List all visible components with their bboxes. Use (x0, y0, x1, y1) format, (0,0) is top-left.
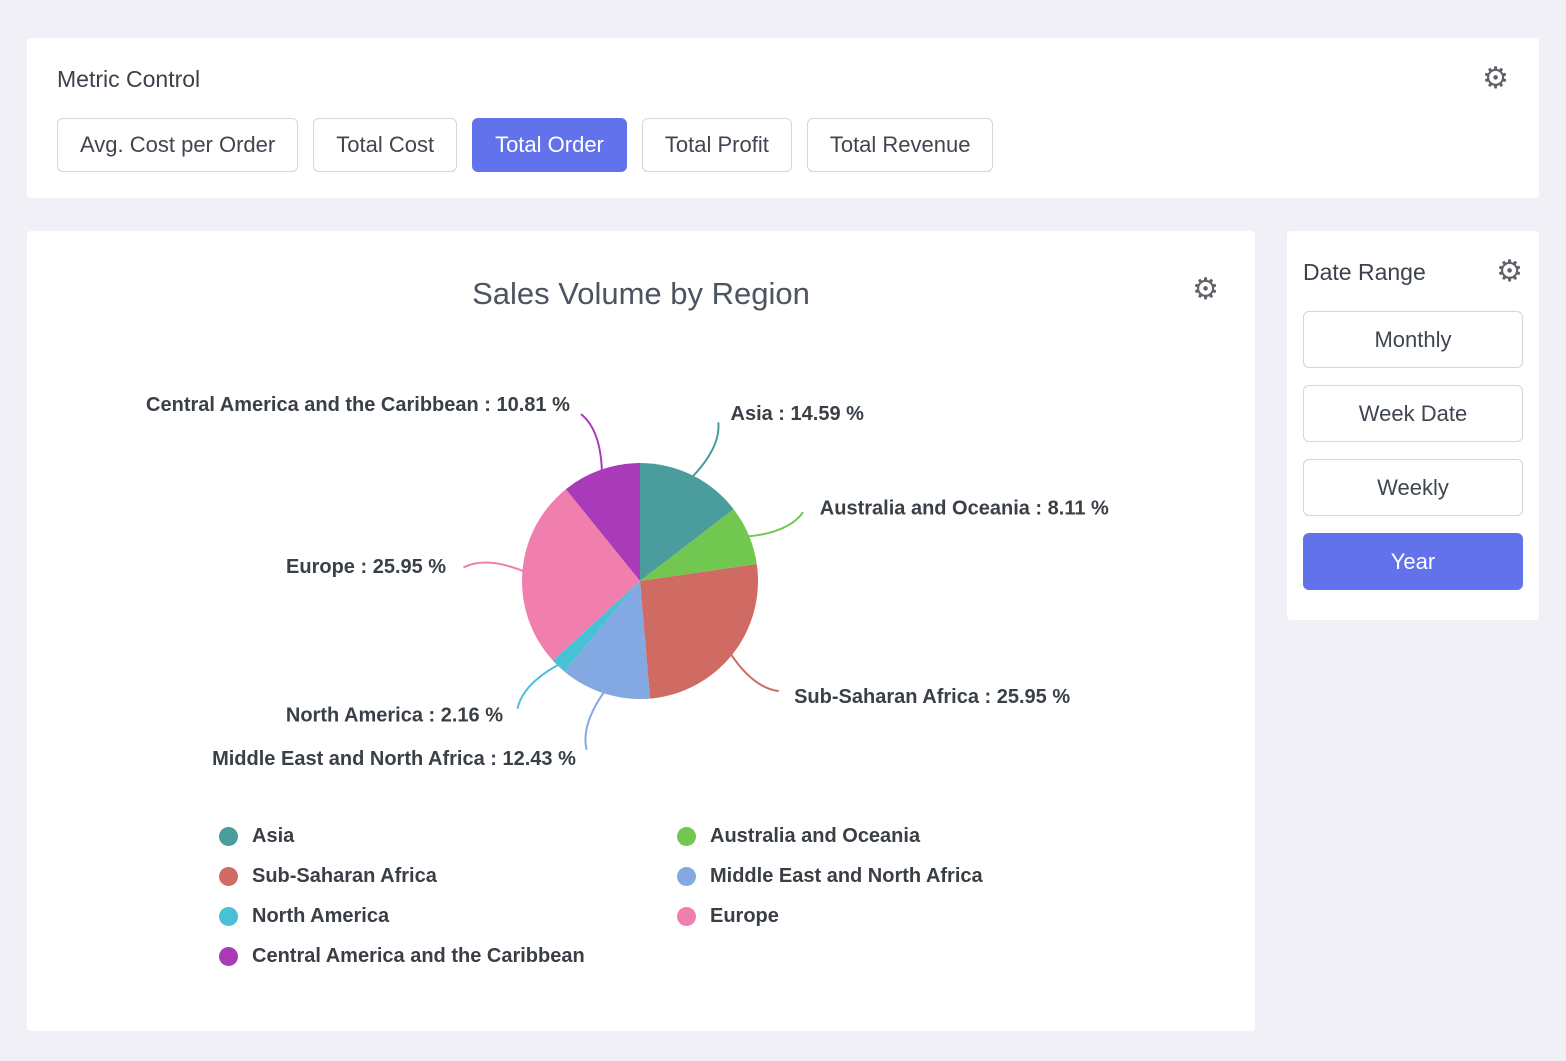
legend-label: Central America and the Caribbean (252, 945, 585, 968)
date-button-monthly[interactable]: Monthly (1303, 311, 1523, 368)
date-range-header: Date Range ⚙ (1303, 257, 1523, 287)
legend-item-central-america-and-the-caribbean[interactable]: Central America and the Caribbean (219, 945, 677, 968)
legend-label: North America (252, 905, 389, 928)
date-range-card: Date Range ⚙ Monthly Week Date Weekly Year (1287, 231, 1539, 620)
legend-label: Europe (710, 905, 779, 928)
metric-button-total-cost[interactable]: Total Cost (313, 118, 457, 172)
date-range-button-group: Monthly Week Date Weekly Year (1303, 311, 1523, 590)
metric-button-group: Avg. Cost per Order Total Cost Total Order… (57, 118, 1509, 172)
legend-dot (677, 867, 696, 886)
legend-label: Australia and Oceania (710, 825, 920, 848)
legend-item-europe[interactable]: Europe (677, 905, 983, 928)
legend-dot (219, 867, 238, 886)
sales-volume-chart-card: Sales Volume by Region ⚙ Asia : 14.59 %A… (27, 231, 1255, 1031)
pie-slice-label: Asia : 14.59 % (731, 403, 865, 425)
legend-dot (677, 827, 696, 846)
main-row: Sales Volume by Region ⚙ Asia : 14.59 %A… (27, 231, 1539, 1031)
legend-item-australia-and-oceania[interactable]: Australia and Oceania (677, 825, 983, 848)
date-button-year[interactable]: Year (1303, 533, 1523, 590)
legend-dot (677, 907, 696, 926)
legend-item-sub-saharan-africa[interactable]: Sub-Saharan Africa (219, 865, 677, 888)
metric-control-card: Metric Control ⚙ Avg. Cost per Order Tota… (27, 38, 1539, 198)
metric-control-title: Metric Control (57, 66, 200, 93)
pie-slice-label: Middle East and North Africa : 12.43 % (212, 748, 576, 770)
legend-dot (219, 907, 238, 926)
label-leader-line (585, 690, 605, 750)
pie-slice-label: Europe : 25.95 % (286, 556, 446, 578)
label-leader-line (581, 414, 602, 473)
legend-dot (219, 947, 238, 966)
date-range-title: Date Range (1303, 259, 1426, 286)
label-leader-line (745, 512, 803, 537)
gear-icon[interactable]: ⚙ (1192, 275, 1219, 305)
legend-item-middle-east-and-north-africa[interactable]: Middle East and North Africa (677, 865, 983, 888)
legend-label: Middle East and North Africa (710, 865, 983, 888)
gear-icon[interactable]: ⚙ (1482, 64, 1509, 94)
chart-title: Sales Volume by Region (27, 276, 1255, 312)
legend-dot (219, 827, 238, 846)
legend-label: Sub-Saharan Africa (252, 865, 437, 888)
pie-slice-label: Sub-Saharan Africa : 25.95 % (794, 686, 1070, 708)
metric-button-total-order[interactable]: Total Order (472, 118, 627, 172)
dashboard-page: Metric Control ⚙ Avg. Cost per Order Tota… (0, 0, 1566, 1061)
legend-item-asia[interactable]: Asia (219, 825, 677, 848)
legend-label: Asia (252, 825, 294, 848)
label-leader-line (729, 652, 778, 691)
pie-chart: Asia : 14.59 % Australia and Oceania : 8.… (27, 334, 1255, 804)
label-leader-line (690, 422, 718, 479)
label-leader-line (518, 663, 562, 709)
date-button-weekly[interactable]: Weekly (1303, 459, 1523, 516)
pie-slice-sub-saharan-africa[interactable] (640, 564, 758, 699)
metric-button-total-profit[interactable]: Total Profit (642, 118, 792, 172)
pie-slice-label: Central America and the Caribbean : 10.8… (146, 394, 570, 416)
gear-icon[interactable]: ⚙ (1496, 257, 1523, 287)
pie-slice-label: Australia and Oceania : 8.11 % (820, 498, 1109, 520)
metric-button-total-revenue[interactable]: Total Revenue (807, 118, 994, 172)
legend-item-north-america[interactable]: North America (219, 905, 677, 928)
metric-control-header: Metric Control ⚙ (57, 64, 1509, 94)
chart-legend: Asia Australia and Oceania Sub-Saharan Afr… (219, 825, 983, 968)
metric-button-avg-cost-per-order[interactable]: Avg. Cost per Order (57, 118, 298, 172)
label-leader-line (464, 563, 527, 573)
date-button-week-date[interactable]: Week Date (1303, 385, 1523, 442)
pie-slice-label: North America : 2.16 % (286, 705, 503, 727)
